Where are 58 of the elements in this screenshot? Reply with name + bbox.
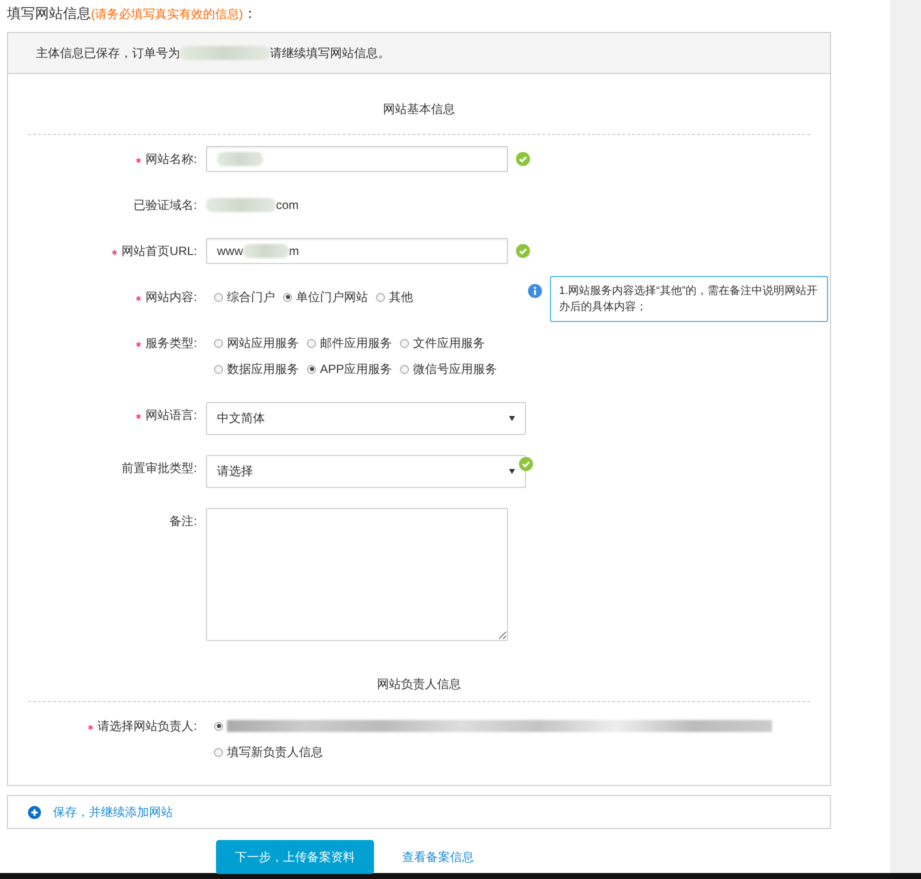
view-record-link[interactable]: 查看备案信息 xyxy=(402,848,474,866)
radio-button[interactable] xyxy=(214,748,223,756)
field-label: 网站内容: xyxy=(146,290,197,304)
option-label[interactable]: 单位门户网站 xyxy=(296,288,368,306)
option-label[interactable]: 邮件应用服务 xyxy=(320,334,392,352)
field-label: 网站首页URL: xyxy=(122,244,197,258)
caret-icon xyxy=(509,469,515,474)
field-label: 前置审批类型: xyxy=(122,461,197,475)
radio-button[interactable] xyxy=(283,292,292,302)
radio-button[interactable] xyxy=(214,338,223,348)
field-label: 备注: xyxy=(170,514,197,528)
radio-button[interactable] xyxy=(307,364,316,374)
radio-button[interactable] xyxy=(307,338,316,348)
text-fragment: com xyxy=(276,198,299,212)
plus-icon[interactable] xyxy=(28,806,41,818)
field-label: 网站名称: xyxy=(146,152,197,166)
text-fragment: www xyxy=(217,244,243,258)
option-label[interactable]: 综合门户 xyxy=(227,288,275,306)
option-label[interactable]: 数据应用服务 xyxy=(227,360,299,378)
radio-button[interactable] xyxy=(376,292,385,302)
caret-icon xyxy=(509,416,515,421)
radio-button[interactable] xyxy=(214,364,223,374)
info-icon xyxy=(528,284,542,298)
option-label[interactable]: APP应用服务 xyxy=(320,360,392,378)
blurred-text xyxy=(217,152,263,166)
text-field[interactable] xyxy=(206,146,508,172)
option-label[interactable]: 微信号应用服务 xyxy=(413,360,498,378)
field-label: 已验证域名: xyxy=(134,198,197,212)
radio-button[interactable] xyxy=(214,292,223,302)
check-icon xyxy=(519,457,533,471)
add-website-link[interactable]: 保存，并继续添加网站 xyxy=(53,804,173,820)
remarks-field[interactable] xyxy=(206,508,508,641)
radio-button[interactable] xyxy=(400,338,409,348)
text-fragment: 请继续填写网站信息。 xyxy=(270,44,390,62)
radio-button[interactable] xyxy=(400,364,410,374)
field-label: 请选择网站负责人: xyxy=(98,719,197,733)
option-label[interactable]: 填写新负责人信息 xyxy=(227,744,323,760)
field-label: 网站语言: xyxy=(146,408,197,422)
select-field[interactable]: 请选择 xyxy=(206,455,526,488)
text-field[interactable]: www m xyxy=(206,238,508,264)
radio-button[interactable] xyxy=(214,722,223,730)
option-label[interactable]: 文件应用服务 xyxy=(413,334,485,352)
blurred-text xyxy=(243,244,289,258)
option-label[interactable]: 其他 xyxy=(389,288,413,306)
section-title: 网站负责人信息 xyxy=(376,676,462,693)
select-field[interactable]: 中文简体 xyxy=(206,402,526,435)
colon-text: ： xyxy=(243,5,257,23)
tooltip: 1.网站服务内容选择“其他”的，需在备注中说明网站开办后的具体内容； xyxy=(550,276,828,322)
text-fragment: 主体信息已保存，订单号为 xyxy=(36,44,180,62)
warning-note: (请务必填写真实有效的信息) xyxy=(91,6,243,23)
field-label: 服务类型: xyxy=(146,336,197,350)
blurred-text xyxy=(206,198,276,212)
text-fragment: m xyxy=(289,244,299,258)
option-label[interactable]: 网站应用服务 xyxy=(227,334,299,352)
section-title: 网站基本信息 xyxy=(382,101,456,118)
check-icon xyxy=(516,244,530,258)
page-title: 填写网站信息 xyxy=(7,5,91,23)
check-icon xyxy=(516,152,530,166)
